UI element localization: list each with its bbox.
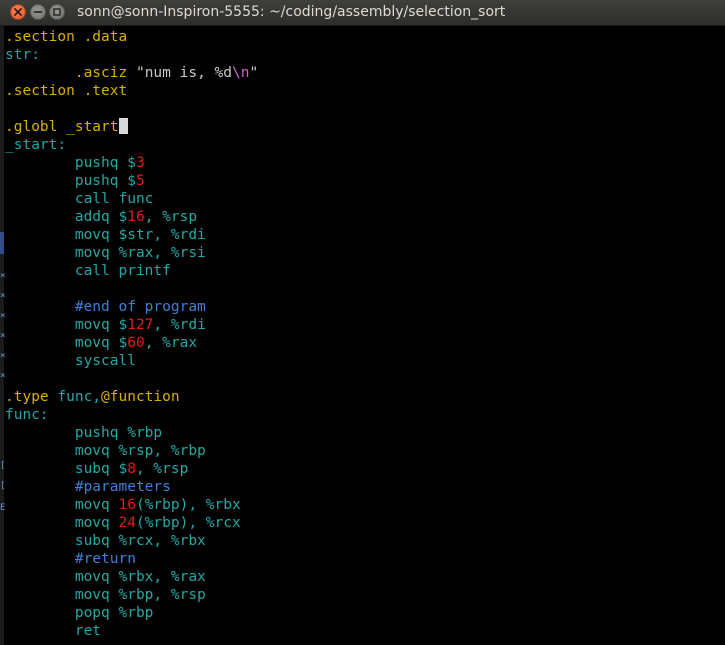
code-token: , %rsp bbox=[135, 461, 189, 477]
code-token: subq %rcx, %rbx bbox=[5, 533, 206, 549]
code-line: #end of program bbox=[5, 298, 258, 316]
code-token: "num is, %d bbox=[135, 65, 232, 81]
code-line: movq $127, %rdi bbox=[5, 316, 258, 334]
code-token: #end of program bbox=[5, 299, 206, 315]
code-token: #parameters bbox=[5, 479, 171, 495]
background-window-selection bbox=[0, 232, 4, 254]
code-token: 60 bbox=[127, 335, 145, 351]
code-token: 5 bbox=[135, 173, 145, 189]
window-title: sonn@sonn-Inspiron-5555: ~/coding/assemb… bbox=[77, 4, 506, 20]
code-token: movq bbox=[5, 497, 119, 513]
close-icon bbox=[14, 8, 22, 16]
code-token: func, bbox=[48, 389, 102, 405]
code-token: pushq $ bbox=[5, 173, 136, 189]
code-token: (%rbp), %rcx bbox=[135, 515, 241, 531]
code-line: #parameters bbox=[5, 478, 258, 496]
code-token: 8 bbox=[127, 461, 136, 477]
maximize-icon bbox=[53, 8, 61, 16]
close-button[interactable] bbox=[10, 4, 26, 20]
code-token: .section .data bbox=[5, 29, 128, 45]
code-line: .section .text bbox=[5, 82, 258, 100]
code-token: movq %rsp, %rbp bbox=[5, 443, 206, 459]
code-token: call func bbox=[5, 191, 154, 207]
code-token: , %rdi bbox=[153, 317, 206, 333]
code-token: .type bbox=[5, 389, 49, 405]
code-token: func: bbox=[5, 407, 49, 423]
code-line: popq %rbp bbox=[5, 604, 258, 622]
code-line: .type func,@function bbox=[5, 388, 258, 406]
minimize-icon bbox=[33, 11, 43, 13]
code-token: .asciz bbox=[74, 65, 128, 81]
code-line: #return bbox=[5, 550, 258, 568]
code-token: movq %rbx, %rax bbox=[5, 569, 206, 585]
minimize-button[interactable] bbox=[30, 4, 46, 20]
code-line: movq %rsp, %rbp bbox=[5, 442, 258, 460]
code-token: movq %rbp, %rsp bbox=[5, 587, 206, 603]
code-token: 127 bbox=[127, 317, 154, 333]
code-line: movq $60, %rax bbox=[5, 334, 258, 352]
code-token: (%rbp), %rbx bbox=[135, 497, 241, 513]
code-line: func: bbox=[5, 406, 258, 424]
code-token: 16 bbox=[127, 209, 145, 225]
code-line: _start: bbox=[5, 136, 258, 154]
code-line: str: bbox=[5, 46, 258, 64]
code-token: .globl _start bbox=[5, 119, 119, 135]
code-token: .section .text bbox=[5, 83, 128, 99]
code-token: movq $ bbox=[5, 317, 128, 333]
code-token: 3 bbox=[135, 155, 145, 171]
code-token: movq $str, %rdi bbox=[5, 227, 206, 243]
code-token: , %rax bbox=[144, 335, 198, 351]
code-line: syscall bbox=[5, 352, 258, 370]
code-line: .section .data bbox=[5, 28, 258, 46]
code-token: 24 bbox=[118, 515, 136, 531]
code-line: movq 16(%rbp), %rbx bbox=[5, 496, 258, 514]
code-line: pushq $3 bbox=[5, 154, 258, 172]
code-token: \n bbox=[232, 65, 250, 81]
maximize-button[interactable] bbox=[49, 4, 65, 20]
window-titlebar[interactable]: sonn@sonn-Inspiron-5555: ~/coding/assemb… bbox=[0, 0, 725, 26]
code-token: str: bbox=[5, 47, 40, 63]
code-token: pushq $ bbox=[5, 155, 136, 171]
code-line: movq %rbx, %rax bbox=[5, 568, 258, 586]
code-token: movq bbox=[5, 515, 119, 531]
code-line: subq $8, %rsp bbox=[5, 460, 258, 478]
code-token: _start: bbox=[5, 137, 67, 153]
code-token: syscall bbox=[5, 353, 136, 369]
code-token: , %rsp bbox=[144, 209, 198, 225]
code-line: call printf bbox=[5, 262, 258, 280]
code-token: ret bbox=[5, 623, 102, 639]
code-line: subq %rcx, %rbx bbox=[5, 532, 258, 550]
code-line: .asciz "num is, %d\n" bbox=[5, 64, 258, 82]
code-editor[interactable]: .section .data str: .asciz "num is, %d\n"… bbox=[5, 28, 258, 640]
text-cursor bbox=[118, 118, 128, 134]
code-line: movq 24(%rbp), %rcx bbox=[5, 514, 258, 532]
code-line: movq $str, %rdi bbox=[5, 226, 258, 244]
code-token: 16 bbox=[118, 497, 136, 513]
code-token: @function bbox=[101, 389, 180, 405]
code-line: movq %rax, %rsi bbox=[5, 244, 258, 262]
code-token: subq $ bbox=[5, 461, 128, 477]
code-token: movq $ bbox=[5, 335, 128, 351]
code-line: call func bbox=[5, 190, 258, 208]
code-line: .globl _start bbox=[5, 118, 258, 136]
code-token: #return bbox=[5, 551, 136, 567]
code-token: " bbox=[249, 65, 259, 81]
code-token: movq %rax, %rsi bbox=[5, 245, 206, 261]
code-line: addq $16, %rsp bbox=[5, 208, 258, 226]
code-line: pushq %rbp bbox=[5, 424, 258, 442]
code-token: popq %rbp bbox=[5, 605, 154, 621]
code-token: pushq %rbp bbox=[5, 425, 163, 441]
code-token: addq $ bbox=[5, 209, 128, 225]
code-line: ret bbox=[5, 622, 258, 640]
code-line: movq %rbp, %rsp bbox=[5, 586, 258, 604]
code-token: call printf bbox=[5, 263, 171, 279]
code-line: pushq $5 bbox=[5, 172, 258, 190]
